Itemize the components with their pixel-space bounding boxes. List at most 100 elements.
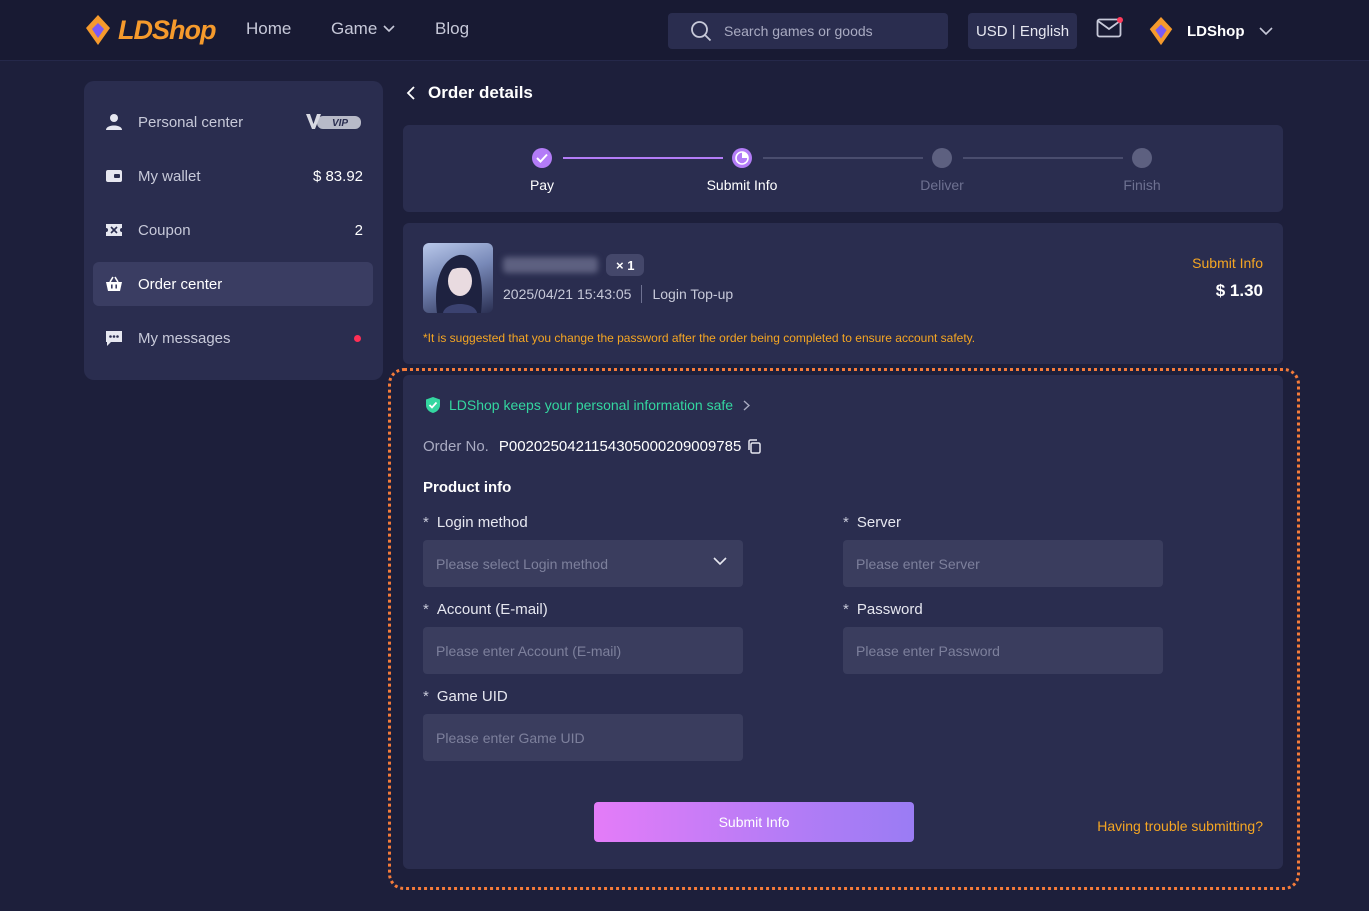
sidebar: Personal center VIP My wallet $ 83.92 Co… [84, 81, 383, 380]
user-menu[interactable]: LDShop [1147, 16, 1273, 46]
account-label: * Account (E-mail) [423, 601, 548, 618]
order-price: $ 1.30 [1215, 281, 1263, 300]
search-icon [691, 21, 712, 42]
order-number-value: P0020250421154305000209009785 [498, 438, 742, 455]
product-info-heading: Product info [423, 479, 512, 496]
order-number: Order No. P0020250421154305000209009785 [423, 438, 762, 455]
nav-game[interactable]: Game [331, 19, 395, 39]
login-method-placeholder: Please select Login method [436, 555, 608, 572]
step-connector-done [563, 157, 723, 159]
login-method-label-text: Login method [436, 514, 528, 531]
logo-text: LDShop [118, 14, 216, 45]
server-label: * Server [843, 514, 901, 531]
unread-dot [354, 334, 361, 342]
clock-icon [732, 148, 752, 168]
quantity-badge: × 1 [606, 254, 645, 276]
game-uid-placeholder: Please enter Game UID [436, 729, 585, 746]
game-uid-input[interactable]: Please enter Game UID [423, 714, 743, 761]
search-placeholder: Search games or goods [724, 23, 873, 39]
copy-icon[interactable] [747, 439, 762, 454]
basket-icon [104, 274, 124, 294]
mail-button[interactable] [1096, 17, 1123, 43]
login-method-select[interactable]: Please select Login method [423, 540, 743, 587]
required-marker: * [843, 601, 849, 618]
server-placeholder: Please enter Server [856, 555, 980, 572]
login-method-label: * Login method [423, 514, 528, 531]
avatar [1149, 16, 1173, 46]
step-connector-pending [963, 157, 1123, 159]
security-warning: *It is suggested that you change the pas… [423, 331, 976, 345]
step-connector-pending [763, 157, 923, 159]
notification-dot [1117, 17, 1123, 23]
required-marker: * [423, 688, 429, 705]
order-meta: 2025/04/21 15:43:05 Login Top-up [503, 285, 733, 303]
password-label-text: Password [856, 601, 923, 618]
top-header: LDShop Home Game Blog Search games or go… [0, 0, 1369, 61]
wallet-icon [104, 166, 124, 186]
vip-badge: VIP [305, 113, 361, 135]
step-label: Finish [1123, 177, 1161, 193]
product-thumbnail [423, 243, 493, 313]
back-button[interactable]: Order details [406, 83, 533, 103]
step-dot [932, 148, 952, 168]
sidebar-item-order-center[interactable]: Order center [93, 262, 373, 306]
step-dot [1132, 148, 1152, 168]
required-marker: * [423, 601, 429, 618]
step-label: Submit Info [706, 177, 778, 193]
sidebar-item-label: Personal center [138, 113, 244, 131]
game-uid-label: * Game UID [423, 688, 508, 705]
step-deliver: Deliver [882, 148, 1002, 193]
password-input[interactable]: Please enter Password [843, 627, 1163, 674]
divider [641, 285, 643, 303]
sidebar-item-label: Order center [138, 275, 223, 293]
vip-label: VIP [332, 118, 348, 129]
submit-info-button[interactable]: Submit Info [594, 802, 914, 842]
trouble-submitting-link[interactable]: Having trouble submitting? [1097, 818, 1263, 834]
order-summary-card: × 1 2025/04/21 15:43:05 Login Top-up Sub… [403, 223, 1283, 364]
submit-info-form: LDShop keeps your personal information s… [403, 375, 1283, 869]
nav-blog[interactable]: Blog [435, 19, 469, 39]
order-progress-steps: Pay Submit Info Deliver Finish [403, 125, 1283, 212]
sidebar-item-my-wallet[interactable]: My wallet $ 83.92 [93, 154, 373, 198]
site-logo[interactable]: LDShop [84, 14, 216, 46]
sidebar-item-my-messages[interactable]: My messages [93, 316, 373, 360]
step-finish: Finish [1082, 148, 1202, 193]
currency-language-selector[interactable]: USD | English [968, 13, 1077, 49]
order-type: Login Top-up [652, 286, 734, 302]
game-uid-label-text: Game UID [436, 688, 508, 705]
search-input[interactable]: Search games or goods [668, 13, 948, 49]
account-placeholder: Please enter Account (E-mail) [436, 642, 622, 659]
privacy-safe-link[interactable]: LDShop keeps your personal information s… [425, 396, 751, 414]
sidebar-item-coupon[interactable]: Coupon 2 [93, 208, 373, 252]
nav-game-label: Game [331, 19, 378, 38]
username: LDShop [1187, 22, 1245, 40]
nav-home[interactable]: Home [246, 19, 291, 39]
page-title: Order details [428, 83, 533, 102]
account-email-input[interactable]: Please enter Account (E-mail) [423, 627, 743, 674]
sidebar-item-personal-center[interactable]: Personal center VIP [93, 100, 373, 144]
coupon-icon [104, 220, 124, 240]
step-submit-info: Submit Info [682, 148, 802, 193]
password-placeholder: Please enter Password [856, 642, 1000, 659]
account-label-text: Account (E-mail) [436, 601, 548, 618]
logo-icon [86, 15, 110, 45]
check-icon [532, 148, 552, 168]
privacy-safe-text: LDShop keeps your personal information s… [449, 397, 734, 413]
order-number-label: Order No. [423, 438, 489, 455]
chevron-down-icon [713, 557, 727, 566]
server-input[interactable]: Please enter Server [843, 540, 1163, 587]
order-status: Submit Info [1192, 255, 1263, 271]
person-icon [104, 112, 124, 132]
password-label: * Password [843, 601, 923, 618]
order-datetime: 2025/04/21 15:43:05 [503, 286, 632, 302]
required-marker: * [843, 514, 849, 531]
server-label-text: Server [856, 514, 902, 531]
wallet-balance: $ 83.92 [312, 167, 363, 185]
message-icon [104, 328, 124, 348]
chevron-down-icon [1258, 26, 1273, 35]
sidebar-item-label: My wallet [138, 167, 201, 185]
product-name-blurred [503, 257, 598, 273]
step-label: Deliver [920, 177, 964, 193]
sidebar-item-label: My messages [138, 329, 231, 347]
sidebar-item-label: Coupon [138, 221, 191, 239]
